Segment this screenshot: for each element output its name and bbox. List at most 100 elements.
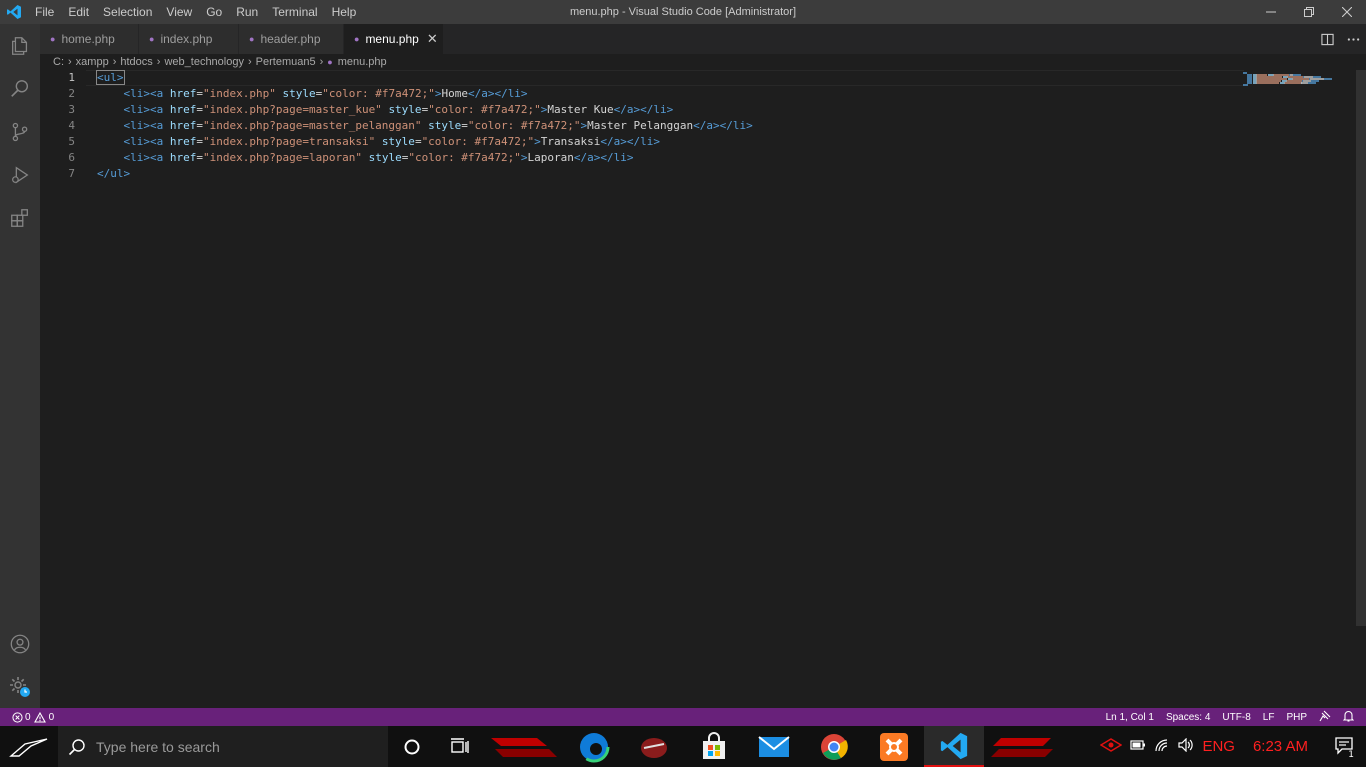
wifi-icon [1155,739,1168,752]
breadcrumb-item[interactable]: menu.php [338,56,387,68]
minimize-button[interactable] [1252,0,1290,24]
code-token: "index.php?page=master_kue" [203,103,382,116]
menu-help[interactable]: Help [325,0,364,24]
cursor-position[interactable]: Ln 1, Col 1 [1100,712,1160,723]
extensions-button[interactable] [0,196,40,239]
menu-bar: File Edit Selection View Go Run Terminal… [28,0,363,24]
taskbar-mail[interactable] [744,726,804,767]
code-token: = [196,135,203,148]
edge-icon [578,731,610,762]
breadcrumb-item[interactable]: web_technology [164,56,244,68]
cortana-button[interactable] [388,726,436,767]
close-tab-icon[interactable]: ✕ [427,31,438,47]
tab-menu-php[interactable]: ● menu.php ✕ [344,24,444,54]
code-line: <li><a href="index.php?page=master_kue" … [97,102,753,118]
code-token: > [534,135,541,148]
code-area[interactable]: <ul> <li><a href="index.php" style="colo… [96,70,753,182]
store-icon [703,731,725,759]
chevron-right-icon: › [112,56,117,68]
task-view-button[interactable] [436,726,484,767]
language-mode[interactable]: PHP [1280,712,1313,723]
rog-start-icon [9,737,48,757]
code-token: href [169,119,197,132]
volume-tray-icon[interactable] [1174,737,1198,755]
end-of-line[interactable]: LF [1257,712,1281,723]
menu-terminal[interactable]: Terminal [265,0,324,24]
breadcrumb-item[interactable]: Pertemuan5 [256,56,316,68]
windows-taskbar: Type here to search ENG 6:23 AM 1 [0,726,1366,767]
menu-view[interactable]: View [159,0,199,24]
bell-icon [1342,710,1355,722]
code-token: > [520,151,528,164]
breadcrumb-item[interactable]: xampp [76,56,109,68]
code-token: href [169,103,197,116]
gear-icon [10,676,30,697]
tab-index-php[interactable]: ● index.php [139,24,239,54]
code-token: style [282,87,316,100]
notifications-button[interactable] [1337,710,1360,725]
mail-icon [758,735,790,757]
tab-header-php[interactable]: ● header.php [239,24,344,54]
close-icon [1342,7,1352,17]
accounts-button[interactable] [0,622,40,665]
code-token: <li><a [123,135,164,148]
line-number: 4 [68,119,75,132]
restore-button[interactable] [1290,0,1328,24]
code-token: <li><a [123,151,164,164]
breadcrumb-item[interactable]: C: [53,56,64,68]
menu-go[interactable]: Go [199,0,229,24]
input-language[interactable]: ENG [1198,738,1239,755]
explorer-button[interactable] [0,24,40,67]
menu-file[interactable]: File [28,0,61,24]
battery-tray-icon[interactable] [1126,739,1150,754]
taskbar-xampp[interactable] [864,726,924,767]
menu-run[interactable]: Run [229,0,265,24]
manage-button[interactable] [0,665,40,708]
rog-tray-icon[interactable] [1096,737,1126,756]
action-center-button[interactable]: 1 [1330,735,1358,760]
start-button[interactable] [0,726,58,767]
indentation[interactable]: Spaces: 4 [1160,712,1216,723]
vertical-scrollbar[interactable] [1356,70,1366,626]
php-file-icon: ● [249,34,255,44]
php-file-icon: ● [354,34,360,44]
search-button[interactable] [0,67,40,110]
wifi-tray-icon[interactable] [1150,738,1174,755]
problems-indicator[interactable]: 0 0 [0,711,55,723]
taskbar-vscode[interactable] [924,726,984,767]
activity-bar-bottom [0,622,40,708]
close-window-button[interactable] [1328,0,1366,24]
taskbar-search[interactable]: Type here to search [58,726,388,767]
code-token: = [196,151,203,164]
taskbar-store[interactable] [684,726,744,767]
code-editor[interactable]: 1234567 <ul> <li><a href="index.php" sty… [40,70,1366,708]
taskbar-armoury[interactable] [624,726,684,767]
code-token: = [414,135,422,148]
line-number: 5 [68,135,75,148]
error-count: 0 [25,711,31,723]
taskbar-edge[interactable] [564,726,624,767]
system-tray: ENG 6:23 AM 1 [1096,726,1366,767]
encoding[interactable]: UTF-8 [1216,712,1256,723]
tab-home-php[interactable]: ● home.php [40,24,139,54]
source-control-button[interactable] [0,110,40,153]
more-actions-button[interactable] [1340,24,1366,54]
breadcrumb-item[interactable]: htdocs [120,56,152,68]
warning-count: 0 [48,711,55,723]
split-editor-button[interactable] [1314,24,1340,54]
code-token: "color: #f7a472;" [421,135,535,148]
menu-selection[interactable]: Selection [96,0,159,24]
code-token: style [368,151,402,164]
minimap[interactable] [1243,70,1353,708]
speaker-icon [1178,737,1194,753]
feedback-button[interactable] [1313,710,1337,725]
menu-edit[interactable]: Edit [61,0,96,24]
taskbar-chrome[interactable] [804,726,864,767]
run-debug-button[interactable] [0,153,40,196]
notification-badge: 1 [1346,750,1356,760]
clock[interactable]: 6:23 AM [1249,738,1312,755]
